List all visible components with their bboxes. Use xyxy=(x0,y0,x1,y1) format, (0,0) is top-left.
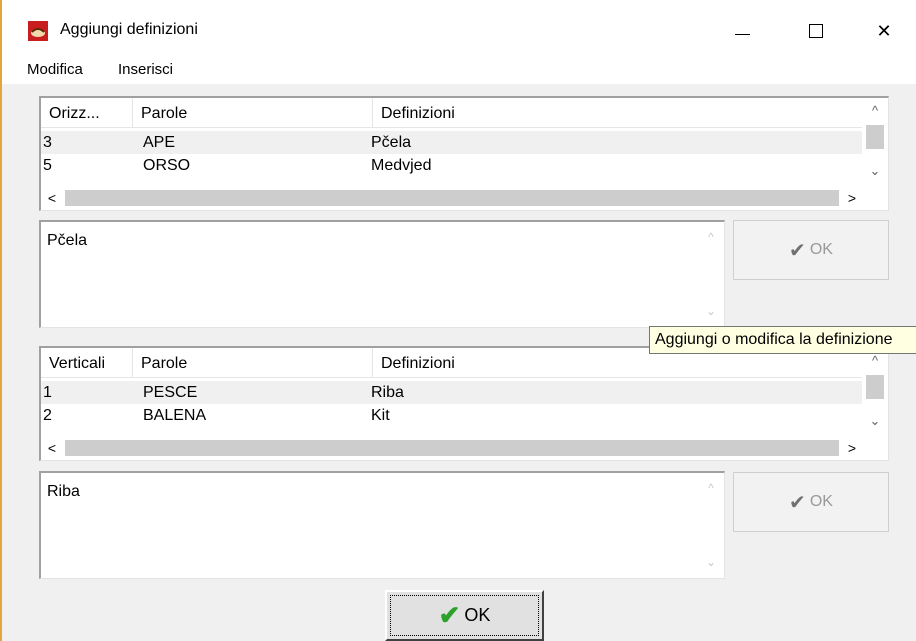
list-row[interactable]: 5 ORSO Medvjed xyxy=(41,154,863,177)
column-header-number[interactable]: Verticali xyxy=(41,348,133,377)
list-row[interactable]: 2 BALENA Kit xyxy=(41,404,863,427)
menu-modifica[interactable]: Modifica xyxy=(27,61,83,78)
scroll-thumb[interactable] xyxy=(65,440,839,456)
close-button[interactable]: ✕ xyxy=(864,16,904,46)
scroll-thumb[interactable] xyxy=(65,190,839,206)
row-definition: Pčela xyxy=(371,134,412,151)
scroll-up-icon[interactable]: ^ xyxy=(698,230,724,244)
ok-button[interactable]: ✔ OK xyxy=(385,590,544,641)
vertical-words-list[interactable]: Verticali Parole Definizioni 1 PESCE Rib… xyxy=(39,346,889,461)
horizontal-scrollbar[interactable]: < > xyxy=(41,186,863,210)
scroll-left-icon[interactable]: < xyxy=(41,436,63,460)
column-header-words[interactable]: Parole xyxy=(133,98,373,127)
vertical-scrollbar[interactable]: ^ ⌄ xyxy=(862,348,888,436)
scroll-thumb[interactable] xyxy=(866,375,884,399)
ok-button-vertical[interactable]: ✔ OK xyxy=(733,472,889,532)
scroll-down-icon[interactable]: ⌄ xyxy=(698,304,724,318)
ok-button-horizontal[interactable]: ✔ OK xyxy=(733,220,889,280)
editor-scrollbar[interactable]: ^ ⌄ xyxy=(698,222,724,326)
scrollbar-corner xyxy=(862,186,888,210)
horizontal-words-list[interactable]: Orizz... Parole Definizioni 3 APE Pčela … xyxy=(39,96,889,211)
row-word: ORSO xyxy=(143,157,191,174)
row-definition: Medvjed xyxy=(371,157,432,174)
scroll-down-icon[interactable]: ⌄ xyxy=(698,555,724,569)
editor-text: Pčela xyxy=(47,232,88,249)
row-word: PESCE xyxy=(143,384,198,401)
row-number: 2 xyxy=(43,407,52,424)
editor-text: Riba xyxy=(47,483,80,500)
column-header-definitions[interactable]: Definizioni xyxy=(373,98,863,127)
row-number: 3 xyxy=(43,134,52,151)
check-icon: ✔ xyxy=(438,600,461,630)
row-word: APE xyxy=(143,134,176,151)
check-icon: ✔ xyxy=(789,239,806,262)
window-left-border xyxy=(0,0,2,641)
app-icon xyxy=(28,21,48,41)
scroll-thumb[interactable] xyxy=(866,125,884,149)
tooltip: Aggiungi o modifica la definizione xyxy=(649,326,916,354)
menu-bar: Modifica Inserisci xyxy=(2,60,916,84)
focus-rect: ✔ OK xyxy=(390,595,539,636)
close-icon: ✕ xyxy=(876,20,892,41)
scroll-up-icon[interactable]: ^ xyxy=(862,351,888,371)
row-word: BALENA xyxy=(143,407,207,424)
window-title: Aggiungi definizioni xyxy=(60,21,198,38)
minimize-button[interactable] xyxy=(722,16,762,46)
maximize-icon xyxy=(809,24,823,38)
row-definition: Riba xyxy=(371,384,404,401)
scroll-left-icon[interactable]: < xyxy=(41,186,63,210)
row-number: 1 xyxy=(43,384,52,401)
scroll-up-icon[interactable]: ^ xyxy=(862,101,888,121)
horizontal-definition-editor[interactable]: Pčela ^ ⌄ xyxy=(39,220,725,328)
row-definition: Kit xyxy=(371,407,390,424)
column-header-words[interactable]: Parole xyxy=(133,348,373,377)
scroll-down-icon[interactable]: ⌄ xyxy=(862,411,888,431)
vertical-definition-editor[interactable]: Riba ^ ⌄ xyxy=(39,471,725,579)
maximize-button[interactable] xyxy=(796,16,836,46)
title-bar[interactable]: Aggiungi definizioni ✕ xyxy=(2,0,916,60)
list-row[interactable]: 1 PESCE Riba xyxy=(41,381,863,404)
row-number: 5 xyxy=(43,157,52,174)
ok-label: OK xyxy=(464,605,491,625)
horizontal-scrollbar[interactable]: < > xyxy=(41,436,863,460)
list-row[interactable]: 3 APE Pčela xyxy=(41,131,863,154)
minimize-icon xyxy=(734,33,750,35)
vertical-scrollbar[interactable]: ^ ⌄ xyxy=(862,98,888,186)
column-header-number[interactable]: Orizz... xyxy=(41,98,133,127)
ok-label: OK xyxy=(809,241,833,258)
scroll-right-icon[interactable]: > xyxy=(841,186,863,210)
scroll-up-icon[interactable]: ^ xyxy=(698,481,724,495)
editor-scrollbar[interactable]: ^ ⌄ xyxy=(698,473,724,577)
menu-inserisci[interactable]: Inserisci xyxy=(118,61,173,78)
scrollbar-corner xyxy=(862,436,888,460)
scroll-right-icon[interactable]: > xyxy=(841,436,863,460)
check-icon: ✔ xyxy=(789,491,806,514)
ok-label: OK xyxy=(809,493,833,510)
list-header: Orizz... Parole Definizioni xyxy=(41,98,863,128)
scroll-down-icon[interactable]: ⌄ xyxy=(862,161,888,181)
